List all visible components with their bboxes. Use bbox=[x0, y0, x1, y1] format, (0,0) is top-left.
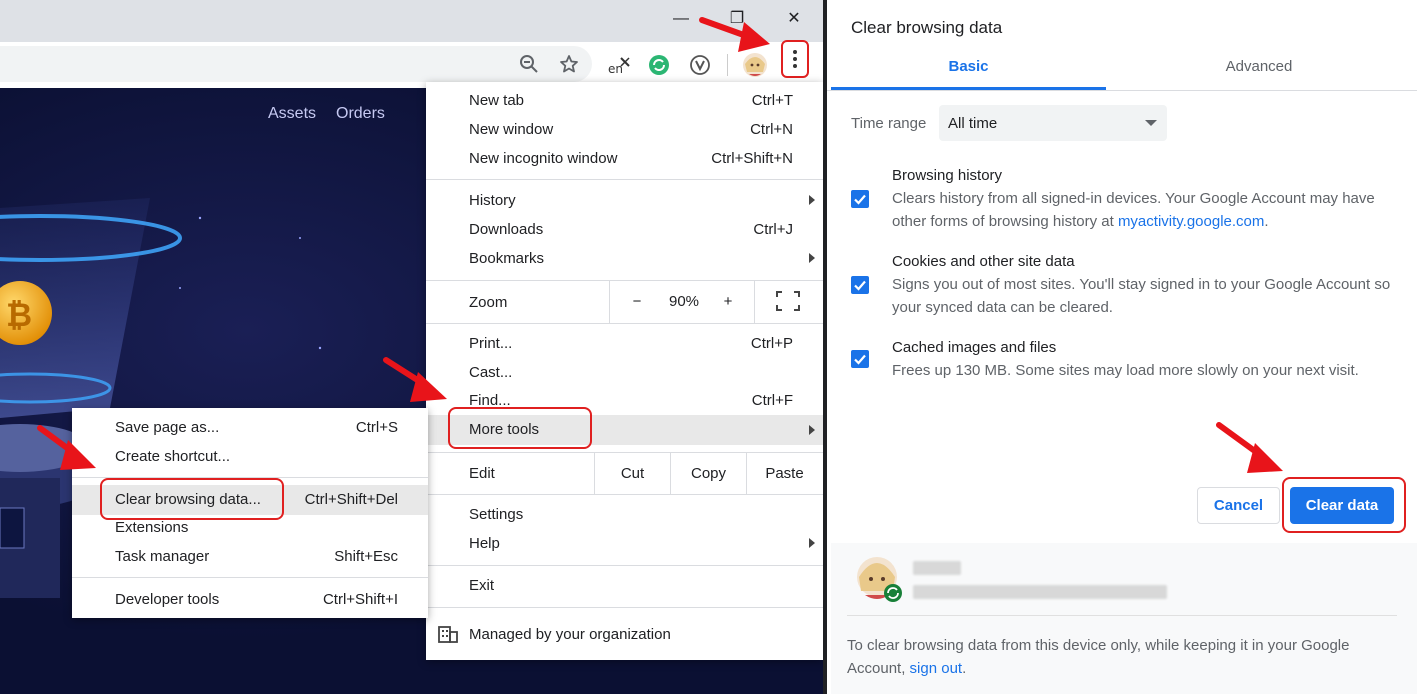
menu-item-cast[interactable]: Cast... bbox=[426, 359, 823, 388]
menu-item-extensions[interactable]: Extensions bbox=[72, 514, 428, 543]
more-tools-submenu: Save page as... Ctrl+S Create shortcut...… bbox=[72, 408, 428, 618]
menu-separator bbox=[426, 494, 823, 495]
annotation-arrow bbox=[1216, 422, 1283, 473]
tab-advanced[interactable]: Advanced bbox=[1121, 50, 1397, 90]
edit-row: Edit Cut Copy Paste bbox=[426, 453, 823, 494]
menu-separator bbox=[426, 565, 823, 566]
menu-item-developer-tools[interactable]: Developer tools Ctrl+Shift+I bbox=[72, 586, 428, 615]
dialog-title: Clear browsing data bbox=[851, 18, 1003, 37]
zoom-level: 90% bbox=[669, 293, 700, 310]
time-range-label: Time range bbox=[851, 115, 927, 132]
menu-item-bookmarks[interactable]: Bookmarks bbox=[426, 245, 823, 274]
menu-item-create-shortcut[interactable]: Create shortcut... bbox=[72, 443, 428, 472]
zoom-label: Zoom bbox=[469, 294, 508, 311]
cut-button[interactable]: Cut bbox=[595, 465, 670, 482]
account-email-redacted bbox=[913, 585, 1167, 599]
chrome-menu-button[interactable] bbox=[781, 40, 809, 78]
address-bar[interactable] bbox=[0, 46, 592, 82]
checkbox-cached-images[interactable] bbox=[851, 350, 869, 368]
copy-button[interactable]: Copy bbox=[671, 465, 746, 482]
option-desc-cookies: Signs you out of most sites. You'll stay… bbox=[892, 276, 1391, 316]
myactivity-link[interactable]: myactivity.google.com bbox=[1118, 213, 1264, 230]
menu-separator bbox=[72, 577, 428, 578]
translate-icon[interactable]: en bbox=[606, 51, 634, 79]
menu-item-downloads[interactable]: Downloads Ctrl+J bbox=[426, 216, 823, 245]
option-title-cached-images: Cached images and files bbox=[892, 339, 1057, 356]
title-bar: — ❐ ✕ bbox=[0, 0, 823, 42]
toolbar-divider bbox=[727, 54, 728, 76]
option-title-cookies: Cookies and other site data bbox=[892, 253, 1075, 270]
fullscreen-icon[interactable] bbox=[776, 291, 800, 315]
menu-item-print[interactable]: Print... Ctrl+P bbox=[426, 330, 823, 359]
chevron-down-icon bbox=[1145, 120, 1157, 126]
zoom-out-button[interactable]: − bbox=[629, 293, 645, 310]
checkbox-browsing-history[interactable] bbox=[851, 190, 869, 208]
zoom-row: Zoom − 90% + bbox=[426, 281, 823, 323]
svg-text:en: en bbox=[608, 62, 623, 76]
tab-divider bbox=[827, 90, 1417, 91]
menu-item-history[interactable]: History bbox=[426, 187, 823, 216]
time-range-value: All time bbox=[948, 115, 998, 132]
close-window-button[interactable]: ✕ bbox=[779, 6, 809, 32]
zoom-out-icon[interactable] bbox=[515, 50, 543, 78]
edit-label: Edit bbox=[469, 465, 495, 482]
menu-item-exit[interactable]: Exit bbox=[426, 572, 823, 601]
menu-item-new-window[interactable]: New window Ctrl+N bbox=[426, 116, 823, 145]
menu-separator bbox=[426, 607, 823, 608]
option-desc-cached-images: Frees up 130 MB. Some sites may load mor… bbox=[892, 362, 1359, 379]
building-icon bbox=[438, 625, 458, 647]
menu-separator bbox=[426, 323, 823, 324]
menu-item-settings[interactable]: Settings bbox=[426, 501, 823, 530]
option-title-browsing-history: Browsing history bbox=[892, 167, 1003, 184]
managed-by-org-label[interactable]: Managed by your organization bbox=[469, 626, 671, 643]
menu-item-help[interactable]: Help bbox=[426, 530, 823, 559]
clear-browsing-data-dialog: Clear browsing data Basic Advanced Time … bbox=[827, 0, 1417, 694]
svg-text:₿: ₿ bbox=[6, 296, 32, 334]
paste-button[interactable]: Paste bbox=[747, 465, 822, 482]
chrome-main-menu: New tab Ctrl+T New window Ctrl+N New incog… bbox=[426, 82, 823, 660]
menu-item-new-tab[interactable]: New tab Ctrl+T bbox=[426, 87, 823, 116]
option-desc-browsing-history: Clears history from all signed-in device… bbox=[892, 190, 1375, 230]
menu-item-save-page-as[interactable]: Save page as... Ctrl+S bbox=[72, 414, 428, 443]
sync-extension-icon[interactable] bbox=[645, 51, 673, 79]
restore-button[interactable]: ❐ bbox=[722, 6, 752, 32]
menu-item-task-manager[interactable]: Task manager Shift+Esc bbox=[72, 543, 428, 572]
cancel-button[interactable]: Cancel bbox=[1197, 487, 1280, 524]
account-name-redacted bbox=[913, 561, 961, 575]
dialog-footer: To clear browsing data from this device … bbox=[831, 543, 1417, 694]
more-tools-highlight bbox=[448, 407, 592, 449]
zoom-in-button[interactable]: + bbox=[720, 293, 736, 310]
star-icon[interactable] bbox=[555, 50, 583, 78]
v-extension-icon[interactable] bbox=[686, 51, 714, 79]
account-avatar bbox=[853, 553, 907, 610]
menu-separator bbox=[426, 179, 823, 180]
clear-data-highlight bbox=[1282, 477, 1406, 533]
time-range-select[interactable]: All time bbox=[939, 105, 1167, 141]
footer-text: To clear browsing data from this device … bbox=[847, 637, 1350, 677]
browser-window: — ❐ ✕ en Assets Orders ₿ New tab Ctrl+T … bbox=[0, 0, 823, 694]
menu-item-new-incognito-window[interactable]: New incognito window Ctrl+Shift+N bbox=[426, 145, 823, 174]
minimize-button[interactable]: — bbox=[666, 6, 696, 32]
checkbox-cookies[interactable] bbox=[851, 276, 869, 294]
tab-basic[interactable]: Basic bbox=[831, 50, 1106, 90]
sign-out-link[interactable]: sign out bbox=[910, 660, 963, 677]
profile-avatar[interactable] bbox=[741, 51, 769, 79]
footer-divider bbox=[847, 615, 1397, 616]
